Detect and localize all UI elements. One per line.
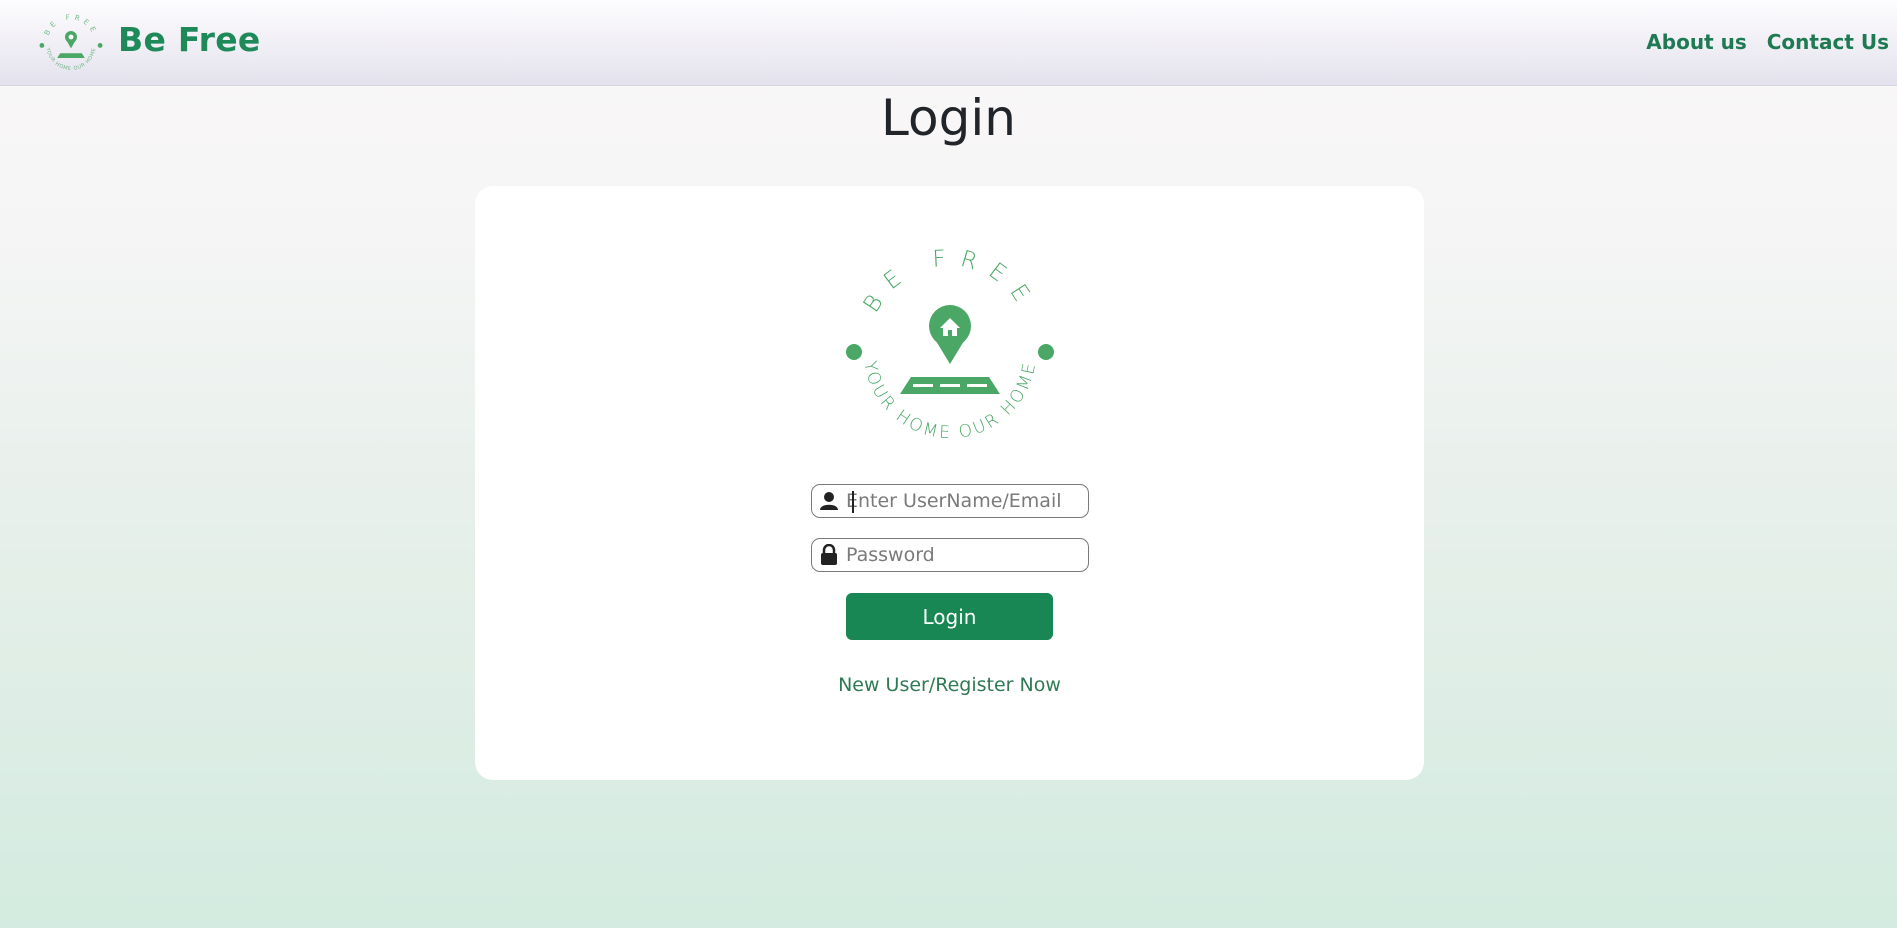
page-title: Login xyxy=(881,89,1016,147)
nav-link-contact-us[interactable]: Contact Us xyxy=(1767,30,1889,54)
register-link[interactable]: New User/Register Now xyxy=(475,674,1424,696)
password-input[interactable] xyxy=(846,540,1076,570)
lock-icon xyxy=(812,539,846,571)
svg-text:YOUR HOME OUR HOME: YOUR HOME OUR HOME xyxy=(859,359,1040,443)
nav-links: About us Contact Us xyxy=(1646,30,1889,54)
login-button[interactable]: Login xyxy=(846,593,1053,640)
brand-home-link[interactable]: BE FREE YOUR HOME OUR HOME Be Free xyxy=(38,12,261,74)
password-input-group xyxy=(811,538,1089,572)
username-input[interactable] xyxy=(846,486,1076,516)
brand-logo: BE FREE YOUR HOME OUR HOME xyxy=(39,12,103,72)
navbar: BE FREE YOUR HOME OUR HOME Be Free About… xyxy=(0,0,1897,86)
text-caret xyxy=(852,491,854,513)
brand-name: Be Free xyxy=(118,19,261,59)
be-free-logo: BE FREE YOUR HOME OUR HOME xyxy=(846,245,1054,443)
nav-link-about-us[interactable]: About us xyxy=(1646,30,1746,54)
login-card: BE FREE YOUR HOME OUR HOME Enter UserNam… xyxy=(475,186,1424,780)
user-icon xyxy=(812,485,846,517)
username-input-group xyxy=(811,484,1089,518)
svg-text:YOUR HOME OUR HOME: YOUR HOME OUR HOME xyxy=(44,46,97,72)
